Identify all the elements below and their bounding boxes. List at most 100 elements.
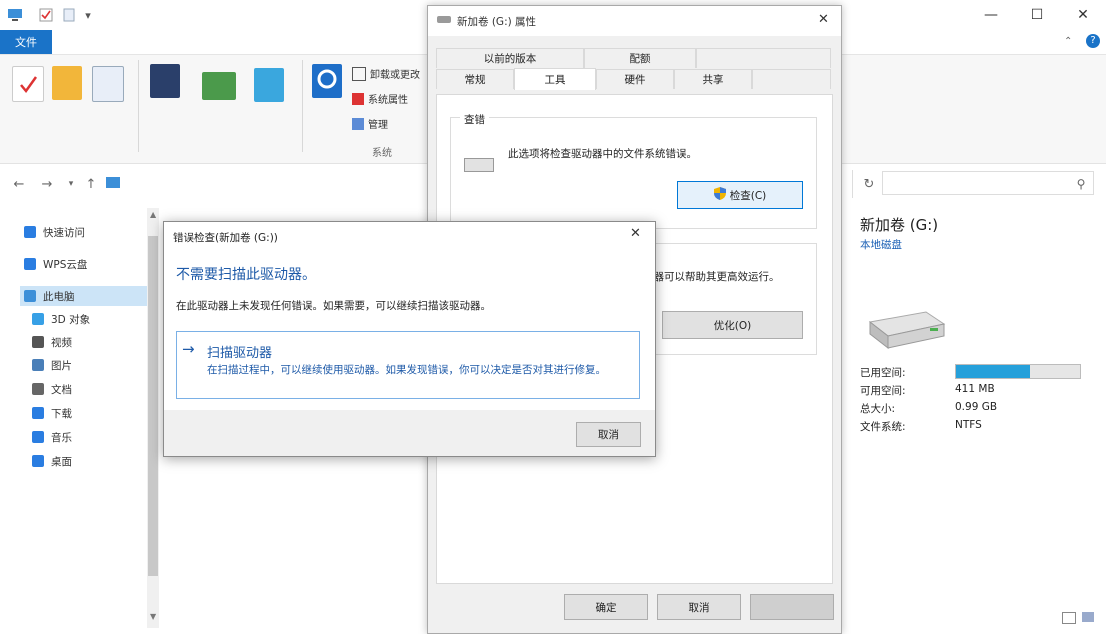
system-properties-label: 系统属性 [368,95,408,106]
properties-cancel-button[interactable]: 取消 [657,594,741,620]
nav-item[interactable]: 视频 [32,332,72,352]
used-space-fill [956,365,1031,378]
new-folder-icon[interactable] [62,7,76,23]
refresh-icon[interactable]: ↻ [860,174,878,194]
nav-scroll-thumb[interactable] [148,236,158,576]
nav-scrollbar[interactable]: ▲ ▼ [147,208,159,628]
computer-icon [24,290,36,302]
properties-apply-button[interactable] [750,594,834,620]
uac-shield-icon [713,187,726,203]
video-icon [32,336,44,348]
large-icons-view-icon[interactable] [1082,612,1094,622]
used-space-label: 已用空间: [860,367,906,379]
scan-drive-title: 扫描驱动器 [207,346,273,361]
nav-item[interactable]: 3D 对象 [32,309,90,329]
tab-sharing[interactable]: 共享 [674,69,752,89]
nav-item[interactable]: WPS云盘 [24,254,87,274]
nav-item-label: 视频 [51,336,72,349]
search-icon[interactable]: ⚲ [1072,174,1090,194]
desktop-icon [32,455,44,467]
scroll-down-icon[interactable]: ▼ [150,612,156,621]
drive-small-icon [437,16,451,23]
uninstall-icon [352,66,366,81]
recent-dropdown-icon[interactable]: ▾ [62,174,80,194]
nav-item[interactable]: 图片 [32,355,72,375]
back-arrow-icon[interactable]: ← [10,174,28,194]
open-folder-icon[interactable] [52,66,82,100]
nav-item[interactable]: 快速访问 [24,222,85,242]
tab-general[interactable]: 常规 [436,69,514,89]
nav-item-label: 此电脑 [43,290,75,303]
error-check-dialog: 错误检查(新加卷 (G:)) ✕ 不需要扫描此驱动器。 在此驱动器上未发现任何错… [163,221,656,457]
tab-hardware[interactable]: 硬件 [596,69,674,89]
help-icon[interactable]: ? [1086,34,1100,48]
details-drive-name: 新加卷 (G:) [860,216,939,234]
manage-icon [352,117,364,130]
ribbon-divider [138,60,139,152]
minimize-button[interactable]: — [968,0,1014,30]
manage-button[interactable]: 管理 [352,116,388,131]
qat-dropdown-icon[interactable]: ▾ [82,7,94,23]
system-properties-icon [352,92,364,105]
ribbon-file-tab[interactable]: 文件 [0,30,52,54]
nav-item[interactable]: 此电脑 [20,286,149,306]
drive-large-icon [864,306,948,355]
scan-drive-command-link[interactable]: → 扫描驱动器 在扫描过程中，可以继续使用驱动器。如果发现错误，你可以决定是否对… [176,331,640,399]
nav-item-label: WPS云盘 [43,258,88,271]
tab-previous-versions[interactable]: 以前的版本 [436,48,584,68]
ribbon-group-label: 系统 [372,148,392,159]
file-system-value: NTFS [955,419,982,431]
access-media-icon[interactable] [150,64,180,98]
check-button-label: 检查(C) [729,189,767,202]
properties-ok-button[interactable]: 确定 [564,594,648,620]
star-icon [24,226,36,238]
free-space-label: 可用空间: [860,385,906,397]
properties-title: 新加卷 (G:) 属性 [457,16,537,28]
optimize-button[interactable]: 优化(O) [662,311,803,339]
up-arrow-icon[interactable]: ↑ [82,174,100,194]
address-computer-icon [106,177,120,188]
tab-quota[interactable]: 配额 [584,48,696,68]
system-properties-button[interactable]: 系统属性 [352,91,408,106]
scroll-up-icon[interactable]: ▲ [150,210,156,219]
error-check-title: 错误检查(新加卷 (G:)) [173,232,278,244]
cube-icon [32,313,44,325]
tab-tools[interactable]: 工具 [514,68,596,90]
settings-gear-icon[interactable] [312,64,342,98]
search-input[interactable] [882,171,1094,195]
check-button[interactable]: 检查(C) [677,181,803,209]
nav-item[interactable]: 音乐 [32,427,72,447]
error-check-description: 在此驱动器上未发现任何错误。如果需要，可以继续扫描该驱动器。 [176,300,491,312]
error-check-heading: 不需要扫描此驱动器。 [176,267,316,283]
nav-item-label: 3D 对象 [51,313,91,326]
file-system-label: 文件系统: [860,421,906,433]
properties-close-icon[interactable]: ✕ [818,12,829,27]
tab-security[interactable] [752,69,831,89]
tab-blank [696,48,831,68]
map-network-drive-icon[interactable] [202,72,236,100]
nav-item-label: 图片 [51,359,72,372]
nav-item[interactable]: 下载 [32,403,72,423]
maximize-button[interactable]: ☐ [1014,0,1060,30]
computer-icon[interactable] [6,7,24,23]
error-check-cancel-button[interactable]: 取消 [576,422,641,447]
details-drive-type: 本地磁盘 [860,239,902,251]
properties-check-icon[interactable] [38,7,54,23]
details-view-icon[interactable] [1062,612,1076,624]
properties-icon[interactable] [12,66,44,102]
nav-item[interactable]: 文档 [32,379,72,399]
nav-item-label: 文档 [51,383,72,396]
error-checking-group [450,117,817,229]
nav-item[interactable]: 桌面 [32,451,72,471]
uninstall-button[interactable]: 卸载或更改 [352,66,420,81]
error-check-close-icon[interactable]: ✕ [630,226,641,241]
ribbon-collapse-icon[interactable]: ⌃ [1064,36,1072,47]
add-network-location-icon[interactable] [254,68,284,102]
check-drive-icon [464,158,494,172]
nav-item-label: 下载 [51,407,72,420]
ribbon-divider [302,60,303,152]
document-icon [32,383,44,395]
rename-icon[interactable] [92,66,124,102]
close-window-button[interactable]: ✕ [1060,0,1106,30]
forward-arrow-icon[interactable]: → [38,174,56,194]
